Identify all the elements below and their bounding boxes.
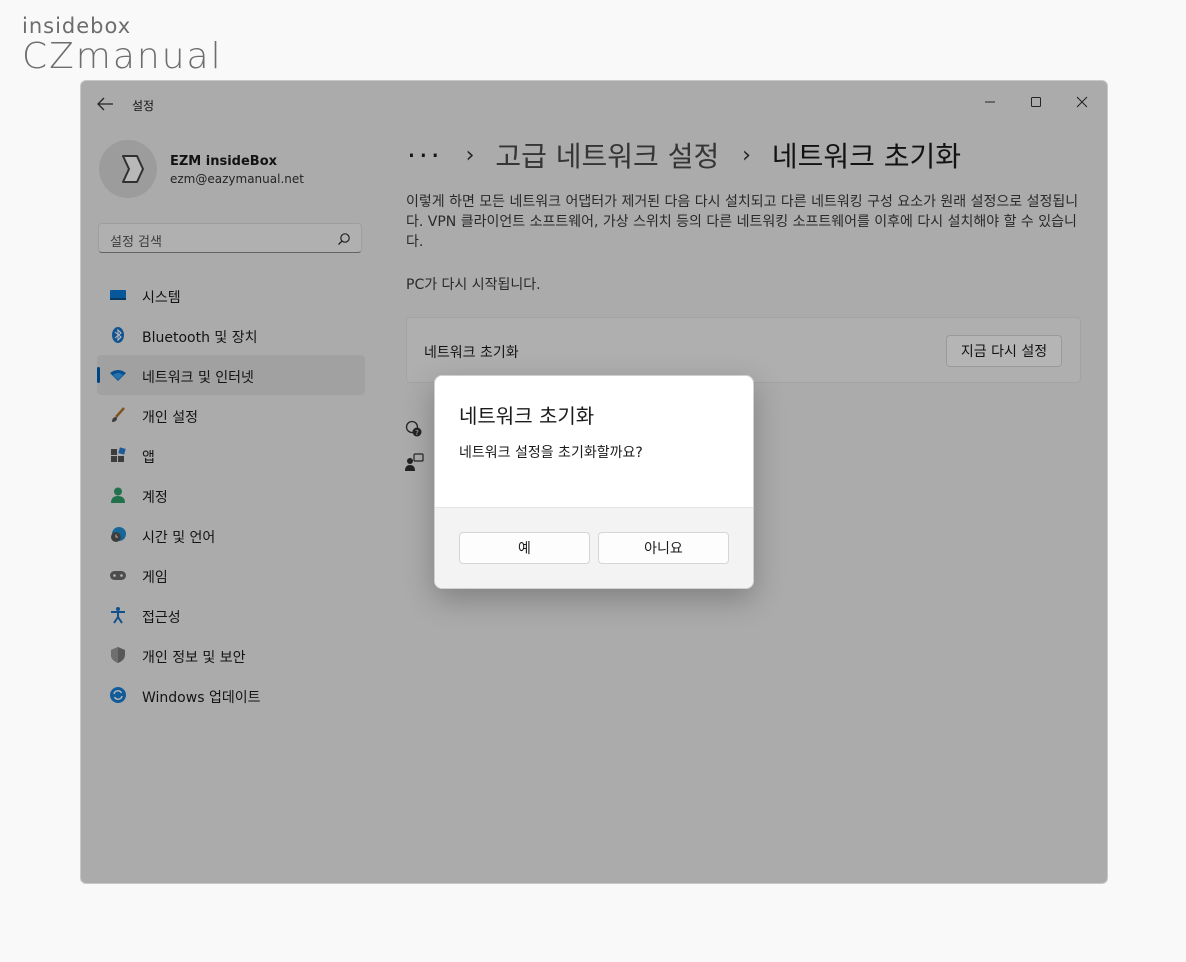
logo-line-1: insidebox	[22, 14, 132, 38]
watermark-logo: insidebox CZmanual	[22, 14, 223, 76]
no-button[interactable]: 아니요	[598, 532, 729, 564]
dialog-message: 네트워크 설정을 초기화할까요?	[459, 445, 643, 461]
dialog-title: 네트워크 초기화	[459, 404, 595, 428]
reset-confirm-dialog: 네트워크 초기화 네트워크 설정을 초기화할까요? 예 아니요	[434, 375, 754, 589]
yes-button[interactable]: 예	[459, 532, 590, 564]
dialog-footer: 예 아니요	[435, 507, 753, 588]
logo-line-2: CZmanual	[22, 36, 223, 77]
